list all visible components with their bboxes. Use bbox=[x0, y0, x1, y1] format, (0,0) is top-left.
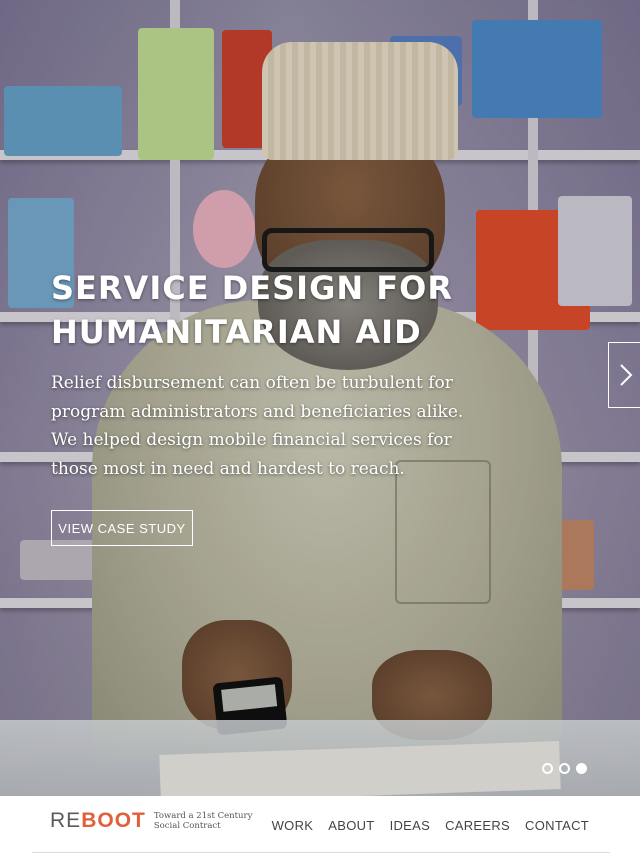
hero-carousel: SERVICE DESIGN FOR HUMANITARIAN AID Reli… bbox=[0, 0, 640, 796]
view-case-study-button[interactable]: VIEW CASE STUDY bbox=[51, 510, 193, 546]
nav-careers[interactable]: CAREERS bbox=[445, 818, 510, 833]
logo-tagline: Toward a 21st Century Social Contract bbox=[153, 811, 253, 831]
main-nav: WORK ABOUT IDEAS CAREERS CONTACT bbox=[272, 818, 589, 833]
carousel-dot-2[interactable] bbox=[559, 763, 570, 774]
nav-work[interactable]: WORK bbox=[272, 818, 314, 833]
carousel-dot-3[interactable] bbox=[576, 763, 587, 774]
chevron-right-icon bbox=[619, 364, 632, 386]
site-footer-nav: REBOOT Toward a 21st Century Social Cont… bbox=[0, 796, 640, 854]
reboot-logo[interactable]: REBOOT Toward a 21st Century Social Cont… bbox=[50, 809, 252, 833]
hero-description: Relief disbursement can often be turbule… bbox=[51, 373, 464, 479]
footer-divider bbox=[32, 852, 610, 853]
carousel-pagination bbox=[542, 763, 587, 774]
logo-wordmark: REBOOT bbox=[50, 809, 146, 833]
carousel-next-button[interactable] bbox=[608, 342, 640, 408]
carousel-dot-1[interactable] bbox=[542, 763, 553, 774]
nav-contact[interactable]: CONTACT bbox=[525, 818, 589, 833]
hero-title: SERVICE DESIGN FOR HUMANITARIAN AID bbox=[51, 269, 453, 351]
logo-boot: BOOT bbox=[81, 809, 146, 832]
nav-ideas[interactable]: IDEAS bbox=[390, 818, 431, 833]
logo-re: RE bbox=[50, 809, 82, 832]
nav-about[interactable]: ABOUT bbox=[328, 818, 374, 833]
